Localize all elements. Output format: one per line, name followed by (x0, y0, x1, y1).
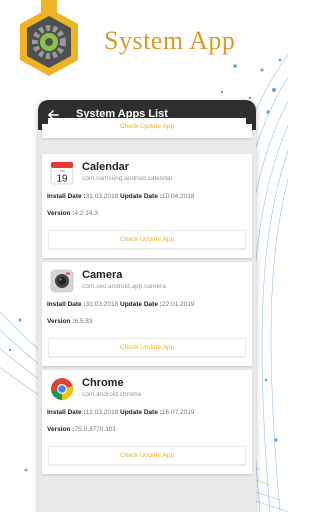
calendar-icon-day-number: 19 (56, 174, 68, 185)
app-card-chrome[interactable]: Chrome com.android.chrome Install Date :… (42, 370, 252, 474)
phone-screen: System Apps List Check Update App Tue 19… (38, 100, 256, 512)
dates-line: Install Date :31.03.2018 Update Date :10… (47, 193, 194, 200)
app-card-calendar[interactable]: Tue 19 Calendar com.samsung.android.cale… (42, 154, 252, 258)
calendar-icon: Tue 19 (50, 161, 74, 185)
app-name: Camera (82, 269, 123, 281)
version-value: 75.0.3770.101 (74, 426, 117, 433)
calendar-icon-day-label: Tue (59, 169, 65, 173)
install-date-value: 12.03.2018 (85, 409, 119, 416)
install-date-label: Install Date : (47, 409, 86, 416)
check-update-button[interactable]: Check Update App (48, 446, 246, 465)
update-date-label: Update Date : (120, 193, 162, 200)
update-date-value: 16.07.2019 (161, 409, 195, 416)
app-package: com.samsung.android.calendar (82, 175, 173, 182)
update-date-label: Update Date : (120, 301, 162, 308)
install-date-value: 31.03.2018 (85, 193, 119, 200)
promo-header: System App (0, 0, 288, 90)
check-update-button[interactable]: Check Update App (48, 338, 246, 357)
app-name: Chrome (82, 377, 124, 389)
update-date-value: 10.04.2018 (161, 193, 195, 200)
app-logo-icon (20, 0, 78, 76)
app-name: Calendar (82, 161, 130, 173)
app-package: com.sec.android.app.camera (82, 283, 166, 290)
version-line: Version :4.2.14.3 (47, 210, 98, 217)
app-card-camera[interactable]: Camera com.sec.android.app.camera Instal… (42, 262, 252, 366)
bottom-edge (38, 506, 256, 512)
promo-title: System App (104, 26, 236, 55)
version-line: Version :6.5.83 (47, 318, 93, 325)
version-value: 4.2.14.3 (74, 210, 98, 217)
version-label: Version : (47, 210, 75, 217)
install-date-label: Install Date : (47, 193, 86, 200)
check-update-button[interactable]: Check Update App (48, 118, 246, 137)
version-label: Version : (47, 426, 75, 433)
app-package: com.android.chrome (82, 391, 142, 398)
partial-app-card: Check Update App (42, 118, 252, 138)
chrome-icon (51, 378, 73, 400)
update-date-label: Update Date : (120, 409, 162, 416)
version-line: Version :75.0.3770.101 (47, 426, 116, 433)
camera-icon (50, 269, 74, 293)
dates-line: Install Date :31.03.2018 Update Date :22… (47, 301, 194, 308)
install-date-label: Install Date : (47, 301, 86, 308)
install-date-value: 31.03.2018 (85, 301, 119, 308)
update-date-value: 22.01.2019 (161, 301, 195, 308)
dates-line: Install Date :12.03.2018 Update Date :16… (47, 409, 194, 416)
version-value: 6.5.83 (74, 318, 93, 325)
version-label: Version : (47, 318, 75, 325)
check-update-button[interactable]: Check Update App (48, 230, 246, 249)
